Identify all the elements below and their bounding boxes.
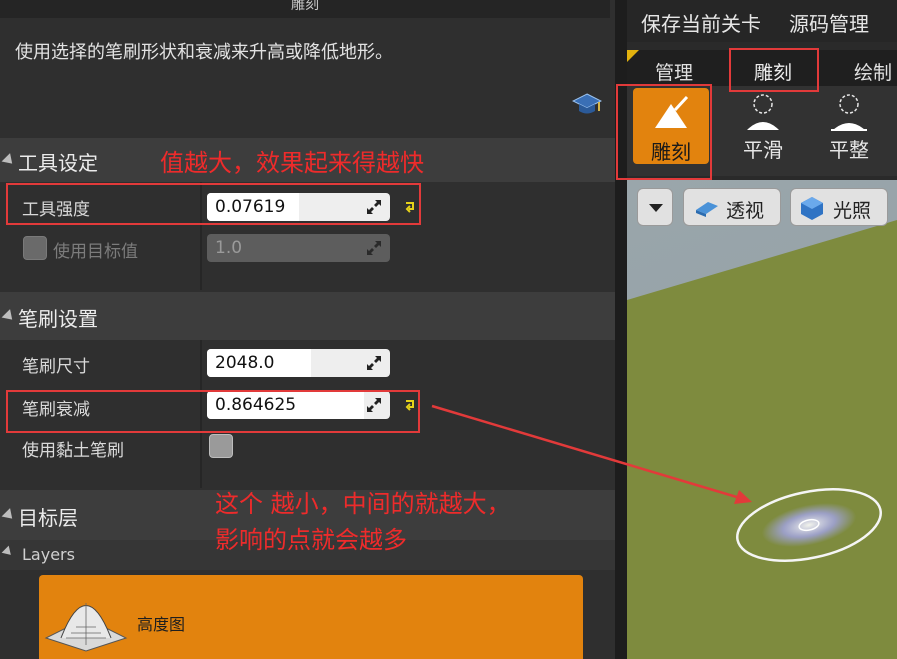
lit-sphere-icon [801, 197, 823, 220]
smooth-tool-button[interactable]: 平滑 [723, 86, 803, 166]
expand-arrows-icon[interactable] [366, 355, 382, 371]
save-level-button[interactable]: 保存当前关卡 [641, 8, 761, 37]
use-target-label: 使用目标值 [53, 242, 138, 262]
sculpt-tool-highlight-box [616, 84, 712, 180]
sculpt-tab-highlight-box [729, 48, 819, 92]
tab-corner-marker [627, 50, 639, 62]
viewport-options-dropdown[interactable] [637, 188, 673, 226]
lighting-mode-button[interactable]: 光照 [790, 188, 888, 226]
chevron-down-icon [649, 204, 663, 212]
details-panel: 雕刻 使用选择的笔刷形状和衰减来升高或降低地形。 工具设定 工具强度 0.076… [0, 0, 615, 659]
brush-cursor-ring [736, 488, 882, 562]
heightmap-layer-item[interactable]: 高度图 [39, 575, 583, 659]
panel-description: 使用选择的笔刷形状和衰减来升高或降低地形。 [15, 42, 393, 63]
perspective-label: 透视 [726, 200, 765, 222]
lighting-label: 光照 [833, 200, 872, 222]
source-control-button[interactable]: 源码管理 [789, 8, 869, 37]
graduation-cap-icon[interactable] [572, 92, 602, 118]
brush-settings-title: 笔刷设置 [18, 307, 98, 331]
flatten-tool-label: 平整 [829, 138, 869, 162]
expand-arrows-icon [367, 241, 381, 255]
layers-label: Layers [22, 545, 75, 564]
flatten-brush-icon [831, 94, 867, 131]
falloff-annotation: 这个 越小，中间的就越大， 影响的点就会越多 [215, 486, 511, 558]
perspective-cube-icon [696, 202, 718, 217]
tab-manage[interactable]: 管理 [655, 58, 693, 85]
collapse-arrow-icon [1, 508, 17, 523]
collapse-arrow-icon [1, 153, 17, 168]
flatten-tool-button[interactable]: 平整 [809, 86, 889, 166]
collapse-arrow-icon [1, 309, 17, 324]
tool-settings-title: 工具设定 [18, 151, 98, 175]
level-viewport[interactable]: 透视 光照 [627, 180, 897, 659]
brush-size-input[interactable]: 2048.0 [207, 349, 390, 377]
clay-brush-label: 使用黏土笔刷 [22, 441, 124, 461]
falloff-annotation-line2: 影响的点就会越多 [215, 526, 407, 554]
target-layer-title: 目标层 [18, 506, 78, 530]
target-value-input: 1.0 [207, 234, 390, 262]
brush-size-label: 笔刷尺寸 [22, 357, 90, 377]
smooth-brush-icon [747, 94, 779, 130]
tab-paint[interactable]: 绘制 [854, 58, 892, 85]
falloff-annotation-line1: 这个 越小，中间的就越大， [215, 490, 511, 518]
smooth-tool-label: 平滑 [743, 138, 783, 162]
strength-highlight-box [6, 183, 421, 225]
landscape-ground [627, 220, 897, 659]
panel-header: 雕刻 [0, 0, 610, 18]
use-target-checkbox[interactable] [23, 236, 47, 260]
brush-settings-header[interactable]: 笔刷设置 [0, 292, 615, 340]
brush-size-value: 2048.0 [215, 353, 275, 373]
main-toolbar: 保存当前关卡 源码管理 [627, 0, 897, 42]
heightmap-label: 高度图 [137, 615, 186, 634]
collapse-arrow-icon [1, 545, 15, 559]
clay-brush-checkbox[interactable] [209, 434, 233, 458]
perspective-view-button[interactable]: 透视 [683, 188, 781, 226]
heightmap-icon [44, 603, 128, 652]
falloff-highlight-box [6, 390, 420, 433]
target-value: 1.0 [215, 238, 243, 258]
strength-annotation: 值越大，效果起来得越快 [160, 149, 424, 177]
